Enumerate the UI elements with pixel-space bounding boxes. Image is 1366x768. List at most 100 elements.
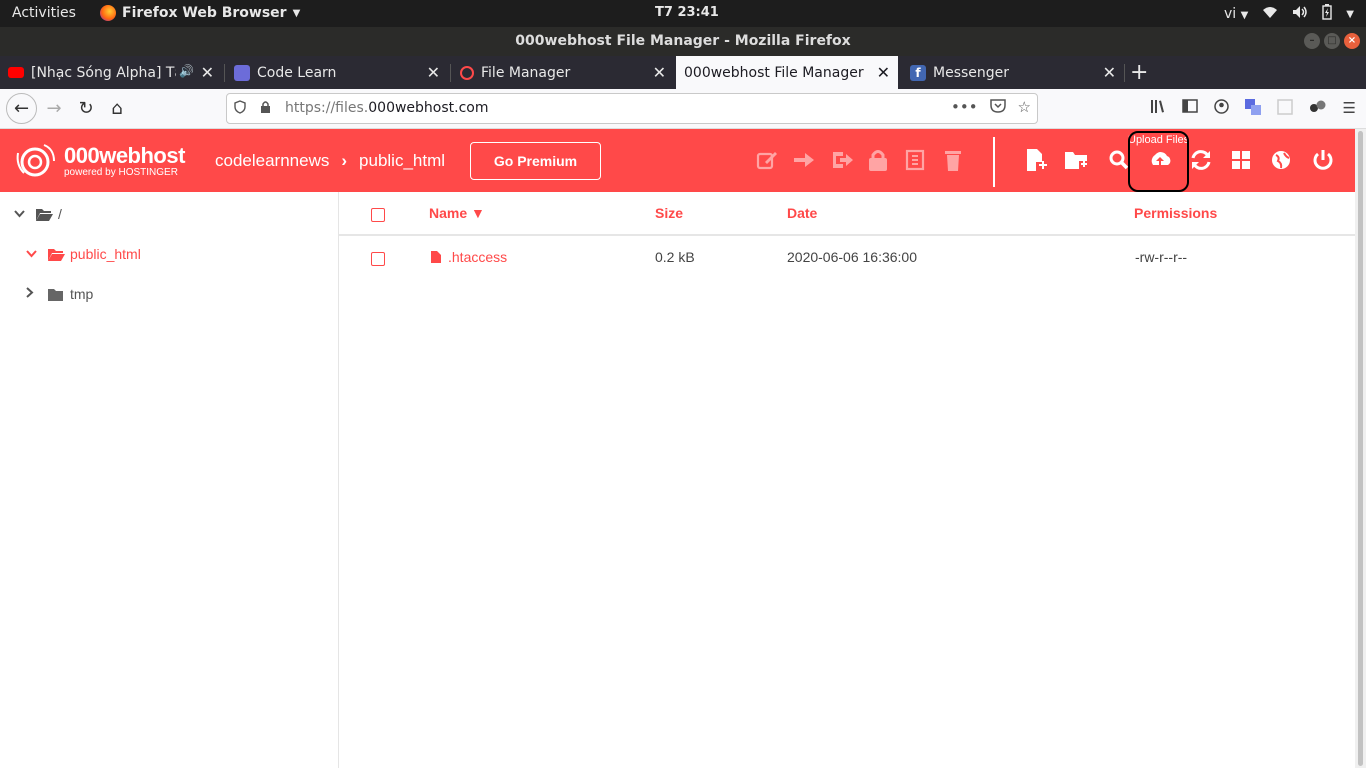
language-indicator[interactable]: vi ▼ <box>1224 6 1248 22</box>
breadcrumb-item[interactable]: codelearnnews <box>215 151 329 171</box>
account-icon[interactable] <box>1213 99 1229 119</box>
tab-label: [Nhạc Sóng Alpha] Tăng <box>31 64 176 81</box>
folder-tree: / public_html tmp <box>0 192 339 768</box>
navigation-toolbar: ← → ↻ ⌂ https://files.000webhost.com •••… <box>0 89 1366 129</box>
file-permissions[interactable]: -rw-r--r-- <box>1135 249 1187 265</box>
back-button[interactable]: ← <box>6 93 37 124</box>
column-date-header[interactable]: Date <box>787 205 817 221</box>
folder-icon <box>48 288 63 301</box>
tab-divider <box>450 64 451 82</box>
chevron-right-icon[interactable] <box>26 287 40 301</box>
close-tab-icon[interactable]: ✕ <box>427 63 440 82</box>
system-top-bar: Activities Firefox Web Browser ▼ T7 23:4… <box>0 0 1366 27</box>
page-scrollbar[interactable] <box>1355 129 1366 768</box>
new-folder-icon[interactable] <box>1064 147 1090 173</box>
tab-bar: [Nhạc Sóng Alpha] Tăng 🔊 ✕ Code Learn ✕ … <box>0 56 1366 89</box>
file-name: .htaccess <box>448 249 508 265</box>
000webhost-logo-icon <box>16 144 55 177</box>
close-tab-icon[interactable]: ✕ <box>877 63 890 82</box>
column-name-header[interactable]: Name ▼ <box>429 205 485 221</box>
trash-icon[interactable] <box>940 147 966 173</box>
breadcrumb-item[interactable]: public_html <box>359 151 445 171</box>
row-checkbox[interactable] <box>371 252 385 266</box>
tab-000webhost-file-manager[interactable]: 000webhost File Manager ✕ <box>676 56 898 89</box>
tab-file-manager[interactable]: File Manager ✕ <box>452 56 674 89</box>
refresh-icon[interactable] <box>1188 147 1214 173</box>
globe-icon[interactable] <box>1268 147 1294 173</box>
brand-name: 000webhost <box>64 143 185 168</box>
000webhost-logo[interactable]: 000webhost powered by HOSTINGER <box>14 143 185 181</box>
home-button[interactable]: ⌂ <box>103 95 131 123</box>
app-menu[interactable]: Firefox Web Browser ▼ <box>100 5 300 21</box>
scrollbar-thumb[interactable] <box>1358 131 1363 766</box>
wifi-icon <box>1262 5 1278 23</box>
tab-label: 000webhost File Manager <box>684 64 864 81</box>
file-icon <box>431 251 441 263</box>
tab-divider <box>224 64 225 82</box>
tab-code-learn[interactable]: Code Learn ✕ <box>226 56 448 89</box>
tree-item-root[interactable]: / <box>14 206 62 222</box>
select-all-checkbox[interactable] <box>371 208 385 222</box>
tracking-shield-icon[interactable] <box>234 100 246 118</box>
go-premium-button[interactable]: Go Premium <box>470 142 601 180</box>
file-name-link[interactable]: .htaccess <box>431 249 507 265</box>
close-window-button[interactable]: × <box>1344 33 1360 49</box>
lock-permissions-icon[interactable] <box>865 147 891 173</box>
activities-button[interactable]: Activities <box>12 5 76 21</box>
new-file-icon[interactable] <box>1023 147 1049 173</box>
reload-button[interactable]: ↻ <box>72 95 100 123</box>
pocket-icon[interactable] <box>989 98 1006 117</box>
firefox-icon <box>100 5 116 21</box>
app-menu-label: Firefox Web Browser <box>122 5 287 21</box>
tab-label: File Manager <box>481 64 571 81</box>
url-bar[interactable]: https://files.000webhost.com ••• ☆ <box>226 93 1038 124</box>
close-tab-icon[interactable]: ✕ <box>653 63 666 82</box>
forward-button[interactable]: → <box>40 95 68 123</box>
extension-icon[interactable] <box>1276 99 1293 119</box>
folder-open-icon <box>36 208 53 221</box>
volume-icon <box>1292 5 1308 23</box>
table-row[interactable]: .htaccess 0.2 kB 2020-06-06 16:36:00 -rw… <box>339 236 1355 278</box>
page-actions-icon[interactable]: ••• <box>951 98 978 117</box>
library-icon[interactable] <box>1150 99 1166 119</box>
new-tab-button[interactable]: + <box>1130 60 1148 85</box>
rename-icon[interactable] <box>829 147 855 173</box>
sidebar-icon[interactable] <box>1181 99 1198 119</box>
window-titlebar[interactable]: 000webhost File Manager - Mozilla Firefo… <box>0 27 1366 56</box>
chevron-down-icon[interactable] <box>14 207 28 221</box>
chevron-right-icon: › <box>341 151 348 170</box>
window-title: 000webhost File Manager - Mozilla Firefo… <box>515 33 851 49</box>
hamburger-menu-icon[interactable]: ☰ <box>1343 99 1356 119</box>
upload-highlight-box <box>1128 131 1189 192</box>
tab-label: Code Learn <box>257 64 337 81</box>
system-tray[interactable]: vi ▼ ▼ <box>1224 4 1354 24</box>
file-date: 2020-06-06 16:36:00 <box>787 249 917 265</box>
facebook-icon: f <box>910 64 926 81</box>
edit-icon[interactable] <box>754 147 780 173</box>
file-list: Name ▼ Size Date Permissions .htaccess 0… <box>339 192 1355 768</box>
chevron-down-icon: ▼ <box>292 7 301 19</box>
extension-dots-icon[interactable] <box>1309 99 1327 119</box>
power-icon[interactable] <box>1310 147 1336 173</box>
tab-label: Messenger <box>933 64 1010 81</box>
bookmark-star-icon[interactable]: ☆ <box>1018 98 1031 117</box>
grid-view-icon[interactable] <box>1228 147 1254 173</box>
close-tab-icon[interactable]: ✕ <box>201 63 214 82</box>
close-tab-icon[interactable]: ✕ <box>1103 63 1116 82</box>
move-icon[interactable] <box>791 147 817 173</box>
maximize-button[interactable]: □ <box>1324 33 1340 49</box>
translate-extension-icon[interactable] <box>1244 99 1261 119</box>
speaker-icon[interactable]: 🔊 <box>179 64 194 78</box>
minimize-button[interactable]: – <box>1304 33 1320 49</box>
tab-messenger[interactable]: f Messenger ✕ <box>902 56 1124 89</box>
tree-item-public-html[interactable]: public_html <box>26 246 141 262</box>
tree-item-tmp[interactable]: tmp <box>26 286 93 302</box>
archive-icon[interactable] <box>902 147 928 173</box>
lock-icon[interactable] <box>260 100 271 117</box>
column-permissions-header[interactable]: Permissions <box>1134 205 1217 221</box>
tab-youtube[interactable]: [Nhạc Sóng Alpha] Tăng 🔊 ✕ <box>0 56 222 89</box>
clock[interactable]: T7 23:41 <box>655 5 719 20</box>
tree-item-label: public_html <box>70 246 141 262</box>
chevron-down-icon[interactable] <box>26 247 40 261</box>
column-size-header[interactable]: Size <box>655 205 683 221</box>
